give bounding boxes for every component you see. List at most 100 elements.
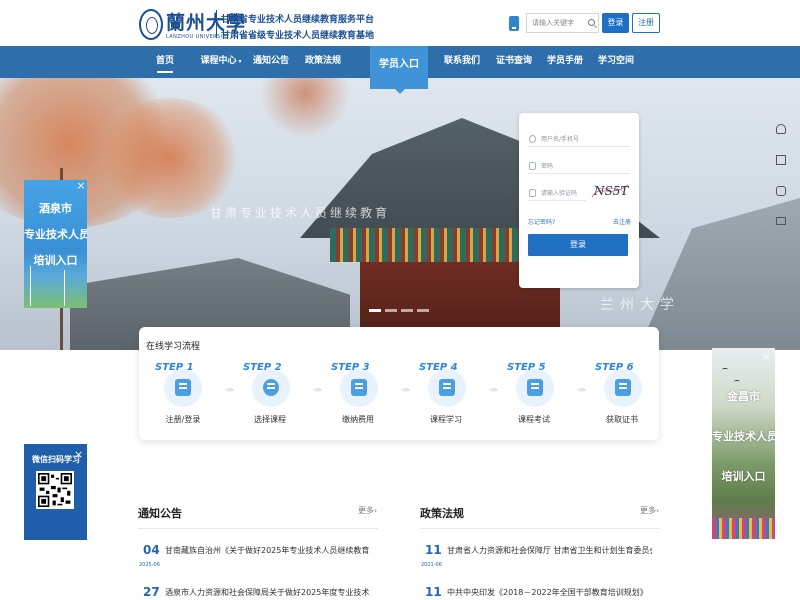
right-banner-line2: 专业技术人员 bbox=[712, 430, 775, 443]
carousel-dot[interactable] bbox=[417, 309, 429, 312]
password-input[interactable] bbox=[541, 160, 625, 173]
nav-item-courses[interactable]: 课程中心 ▾ bbox=[198, 46, 244, 78]
certificate-icon[interactable] bbox=[604, 369, 642, 407]
close-icon[interactable]: × bbox=[74, 448, 83, 461]
process-title: 在线学习流程 bbox=[146, 342, 201, 352]
notice-more-link[interactable]: 更多› bbox=[358, 505, 377, 516]
arrow-right-icon: ››› bbox=[490, 385, 498, 394]
news-month: 2021-06 bbox=[421, 562, 442, 568]
forgot-password-link[interactable]: 忘记密码? bbox=[528, 217, 555, 226]
go-register-link[interactable]: 去注册 bbox=[613, 217, 631, 226]
exam-icon[interactable] bbox=[516, 369, 554, 407]
shield-icon bbox=[529, 189, 536, 197]
learning-process-panel: 在线学习流程 STEP 1 注册/登录 ››› STEP 2 选择课程 ››› … bbox=[139, 327, 659, 440]
user-icon bbox=[529, 135, 536, 143]
university-emblem-icon[interactable] bbox=[139, 9, 163, 40]
captcha-field bbox=[528, 187, 586, 201]
payment-icon[interactable] bbox=[340, 369, 378, 407]
right-banner-line3: 培训入口 bbox=[721, 470, 766, 483]
password-field bbox=[528, 160, 630, 174]
news-day: 11 bbox=[425, 585, 442, 599]
nav-item-courses-label: 课程中心 bbox=[200, 56, 237, 66]
wechat-qr-code bbox=[36, 471, 74, 509]
hero-banner[interactable]: 甘肃专业技术人员继续教育 兰州大学 bbox=[0, 78, 800, 350]
news-month: 2025-06 bbox=[139, 562, 160, 568]
prayer-flags bbox=[712, 518, 775, 539]
bird-icon bbox=[722, 368, 728, 371]
nav-item-home[interactable]: 首页 bbox=[148, 46, 182, 78]
qrcode-icon[interactable] bbox=[770, 148, 792, 174]
tree-foliage-top bbox=[260, 78, 350, 138]
site-header: 蘭州大學 LANZHOU UNIVERSITY 甘肃省专业技术人员继续教育服务平… bbox=[0, 0, 800, 46]
platform-title-line1: 甘肃省专业技术人员继续教育服务平台 bbox=[221, 15, 375, 25]
nav-item-student-entrance[interactable]: 学员入口 bbox=[370, 46, 428, 94]
news-day: 11 bbox=[425, 543, 442, 557]
nav-item-handbook[interactable]: 学员手册 bbox=[547, 46, 583, 78]
mobile-app-icon[interactable] bbox=[509, 16, 519, 31]
header-login-button[interactable]: 登录 bbox=[602, 13, 629, 33]
platform-title-line2: 甘肃省省级专业技术人员继续教育基地 bbox=[221, 31, 375, 41]
carousel-dot[interactable] bbox=[385, 309, 397, 312]
policy-item-title[interactable]: 甘肃省人力资源和社会保障厅 甘肃省卫生和计划生育委员会印发《... bbox=[447, 545, 652, 556]
tree-foliage-mid bbox=[100, 98, 240, 218]
captcha-input[interactable] bbox=[541, 187, 585, 200]
carousel-dot[interactable] bbox=[369, 309, 381, 312]
step-name: 注册/登录 bbox=[165, 415, 201, 424]
close-icon[interactable]: × bbox=[760, 351, 772, 363]
step-name: 课程考试 bbox=[518, 415, 550, 424]
policy-divider bbox=[420, 528, 660, 529]
news-day: 04 bbox=[143, 543, 160, 557]
login-panel: NS5T 忘记密码? 去注册 登录 bbox=[519, 113, 639, 288]
step-name: 课程学习 bbox=[430, 415, 462, 424]
select-course-icon[interactable] bbox=[252, 369, 290, 407]
mail-icon[interactable] bbox=[770, 210, 792, 236]
captcha-code: NS5T bbox=[593, 184, 629, 198]
policy-item-title[interactable]: 中共中央印发《2018－2022年全国干部教育培训规划》 bbox=[447, 587, 652, 598]
notice-section-title: 通知公告 bbox=[138, 507, 182, 520]
headset-icon[interactable] bbox=[770, 117, 792, 143]
notice-item-title[interactable]: 甘南藏族自治州《关于做好2025年专业技术人员继续教育工作的通... bbox=[165, 545, 370, 556]
nav-item-learning-space[interactable]: 学习空间 bbox=[598, 46, 634, 78]
arrow-right-icon: ››› bbox=[226, 385, 234, 394]
left-banner-line3: 培训入口 bbox=[33, 254, 78, 267]
jiuquan-training-banner[interactable]: 酒泉市 专业技术人员 培训入口 bbox=[24, 180, 87, 308]
logo-divider bbox=[216, 10, 217, 38]
search-box bbox=[526, 13, 599, 33]
arrow-right-icon: ››› bbox=[402, 385, 410, 394]
nav-item-certificate[interactable]: 证书查询 bbox=[496, 46, 532, 78]
header-register-button[interactable]: 注册 bbox=[632, 13, 660, 33]
nav-item-contact[interactable]: 联系我们 bbox=[444, 46, 480, 78]
search-icon[interactable] bbox=[588, 19, 595, 26]
close-icon[interactable]: × bbox=[75, 180, 87, 192]
step-name: 获取证书 bbox=[606, 415, 638, 424]
wechat-title: 微信扫码学习 bbox=[32, 455, 80, 464]
policy-section-title: 政策法规 bbox=[420, 507, 464, 520]
search-input[interactable] bbox=[527, 14, 585, 32]
wind-turbine bbox=[30, 266, 31, 306]
hero-overlay-text-2: 兰州大学 bbox=[600, 297, 680, 313]
arrow-right-icon: ››› bbox=[578, 385, 586, 394]
wechat-qr-panel: 微信扫码学习 × bbox=[24, 444, 87, 540]
jinchang-training-banner[interactable]: 金昌市 专业技术人员 培训入口 bbox=[712, 348, 775, 539]
arrow-right-icon: ››› bbox=[314, 385, 322, 394]
step-name: 选择课程 bbox=[254, 415, 286, 424]
user-register-icon[interactable] bbox=[164, 369, 202, 407]
course-study-icon[interactable] bbox=[428, 369, 466, 407]
login-submit-button[interactable]: 登录 bbox=[528, 234, 628, 256]
university-logo-en: LANZHOU UNIVERSITY bbox=[166, 34, 230, 40]
left-banner-line2: 专业技术人员 bbox=[24, 228, 87, 241]
policy-more-link[interactable]: 更多› bbox=[640, 505, 659, 516]
chevron-down-icon: ▾ bbox=[238, 58, 242, 65]
news-day: 27 bbox=[143, 585, 160, 599]
nav-item-policies[interactable]: 政策法规 bbox=[305, 46, 341, 78]
wind-turbine bbox=[64, 270, 65, 306]
phone-icon[interactable] bbox=[770, 179, 792, 205]
username-input[interactable] bbox=[541, 133, 625, 146]
step-name: 缴纳费用 bbox=[342, 415, 374, 424]
captcha-image[interactable]: NS5T bbox=[590, 179, 630, 201]
right-floating-toolbar bbox=[770, 115, 792, 239]
carousel-dot[interactable] bbox=[401, 309, 413, 312]
nav-item-notices[interactable]: 通知公告 bbox=[253, 46, 289, 78]
notice-item-title[interactable]: 酒泉市人力资源和社会保障局关于做好2025年度专业技术人员继续... bbox=[165, 587, 370, 598]
notice-divider bbox=[138, 528, 378, 529]
